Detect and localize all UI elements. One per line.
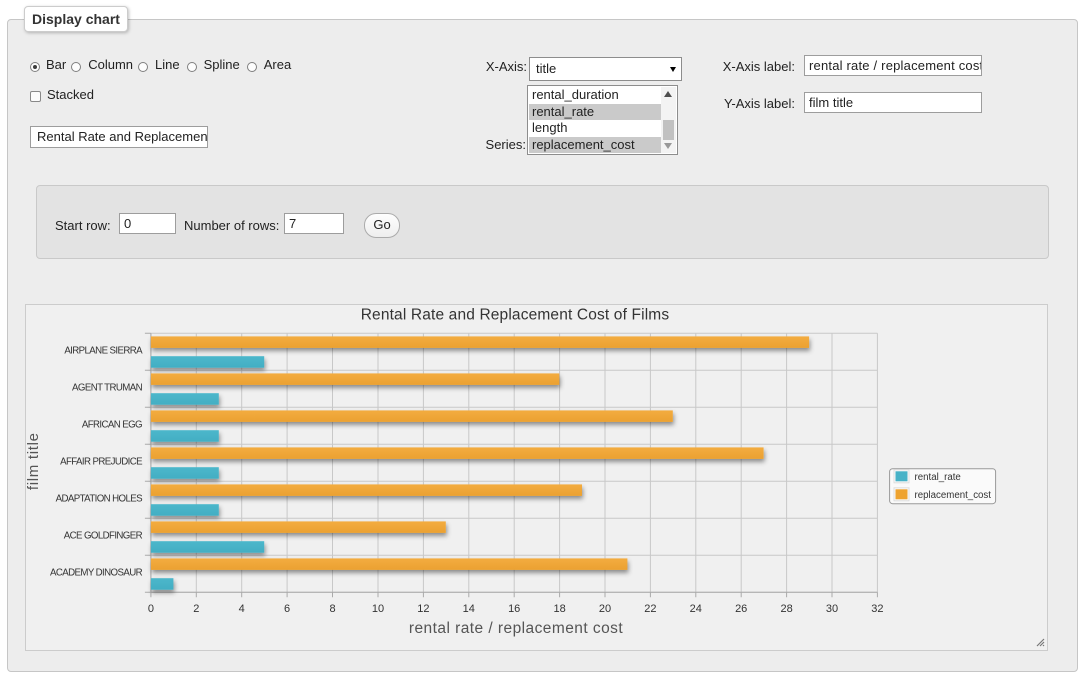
svg-text:26: 26 xyxy=(735,603,747,615)
svg-text:14: 14 xyxy=(463,603,475,615)
svg-text:Rental Rate and Replacement Co: Rental Rate and Replacement Cost of Film… xyxy=(361,307,670,324)
svg-text:replacement_cost: replacement_cost xyxy=(915,490,992,501)
svg-text:20: 20 xyxy=(599,603,611,615)
svg-text:0: 0 xyxy=(148,603,154,615)
svg-text:2: 2 xyxy=(193,603,199,615)
svg-text:AGENT TRUMAN: AGENT TRUMAN xyxy=(72,383,143,394)
svg-text:4: 4 xyxy=(239,603,245,615)
svg-text:18: 18 xyxy=(553,603,565,615)
svg-text:22: 22 xyxy=(644,603,656,615)
svg-text:30: 30 xyxy=(826,603,838,615)
svg-text:AFFAIR PREJUDICE: AFFAIR PREJUDICE xyxy=(60,457,143,468)
svg-text:AFRICAN EGG: AFRICAN EGG xyxy=(82,420,142,431)
svg-text:10: 10 xyxy=(372,603,384,615)
svg-text:ACADEMY DINOSAUR: ACADEMY DINOSAUR xyxy=(50,568,143,579)
svg-text:ACE GOLDFINGER: ACE GOLDFINGER xyxy=(64,531,143,542)
svg-text:12: 12 xyxy=(417,603,429,615)
svg-text:28: 28 xyxy=(780,603,792,615)
svg-text:8: 8 xyxy=(329,603,335,615)
svg-text:ADAPTATION HOLES: ADAPTATION HOLES xyxy=(56,494,144,505)
svg-text:6: 6 xyxy=(284,603,290,615)
svg-text:film title: film title xyxy=(26,432,42,490)
svg-text:24: 24 xyxy=(690,603,702,615)
svg-text:16: 16 xyxy=(508,603,520,615)
svg-text:32: 32 xyxy=(871,603,883,615)
svg-text:AIRPLANE SIERRA: AIRPLANE SIERRA xyxy=(64,346,143,357)
svg-text:rental_rate: rental_rate xyxy=(915,472,961,483)
svg-text:rental rate / replacement cost: rental rate / replacement cost xyxy=(409,620,623,637)
